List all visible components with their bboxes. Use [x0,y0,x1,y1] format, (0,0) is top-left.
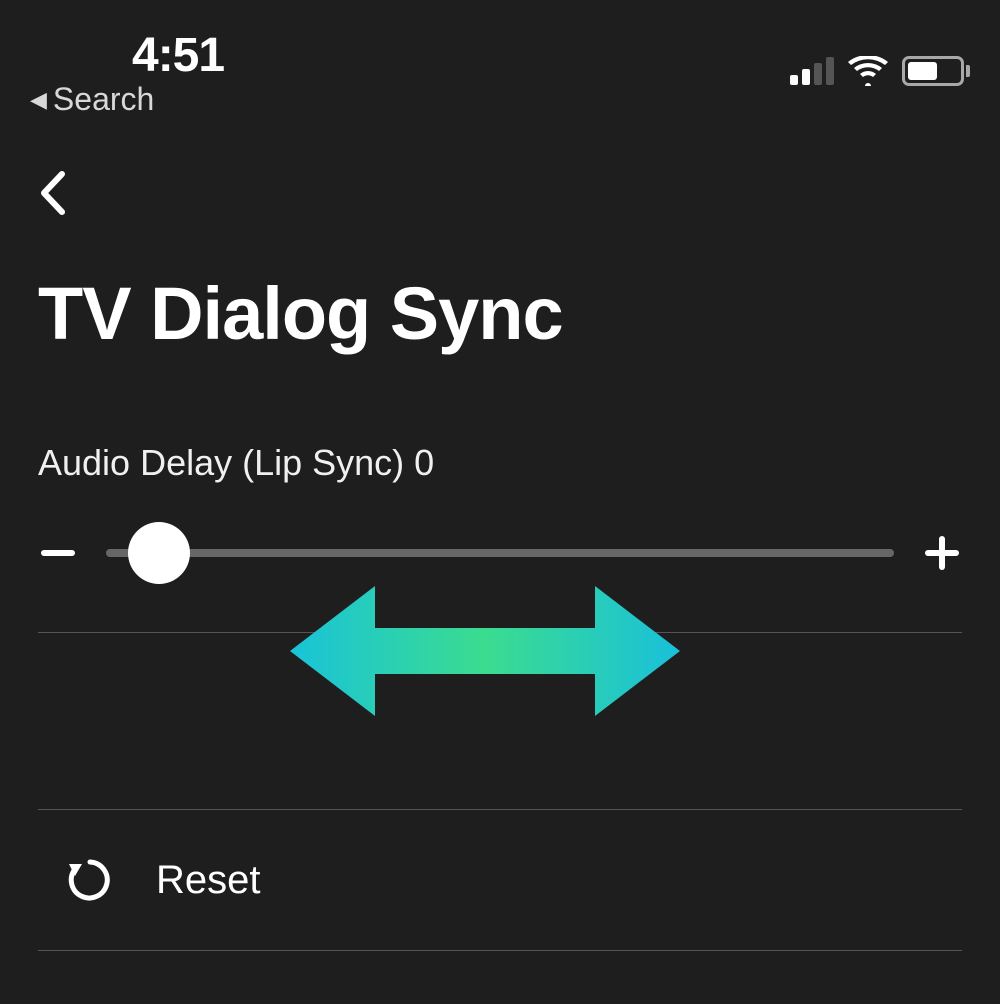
cellular-signal-icon [790,57,834,85]
reset-button[interactable]: Reset [0,810,1000,950]
status-right [790,56,970,86]
page-title: TV Dialog Sync [0,221,1000,356]
slider-label-row: Audio Delay (Lip Sync) 0 [38,442,962,484]
chevron-left-icon [38,170,66,216]
minus-icon [38,533,78,573]
status-left: 4:51 ◀ Search [30,28,224,118]
status-time: 4:51 [132,28,224,83]
decrease-button[interactable] [38,533,78,573]
wifi-icon [848,56,888,86]
reset-icon [66,856,114,904]
battery-icon [902,56,970,86]
slider-track [106,549,894,557]
slider-row [38,522,962,584]
breadcrumb-label: Search [53,81,154,118]
slider-value: 0 [414,442,434,484]
breadcrumb-back[interactable]: ◀ Search [30,81,224,118]
caret-left-icon: ◀ [30,87,47,113]
audio-delay-section: Audio Delay (Lip Sync) 0 [0,356,1000,584]
drag-hint-arrow-icon [290,576,680,731]
slider-thumb[interactable] [128,522,190,584]
slider-label: Audio Delay (Lip Sync) [38,442,404,484]
status-bar: 4:51 ◀ Search [0,0,1000,110]
audio-delay-slider[interactable] [106,522,894,584]
increase-button[interactable] [922,533,962,573]
back-button[interactable] [0,110,1000,221]
divider [38,632,962,633]
divider [38,950,962,951]
reset-label: Reset [156,858,261,903]
plus-icon [922,533,962,573]
